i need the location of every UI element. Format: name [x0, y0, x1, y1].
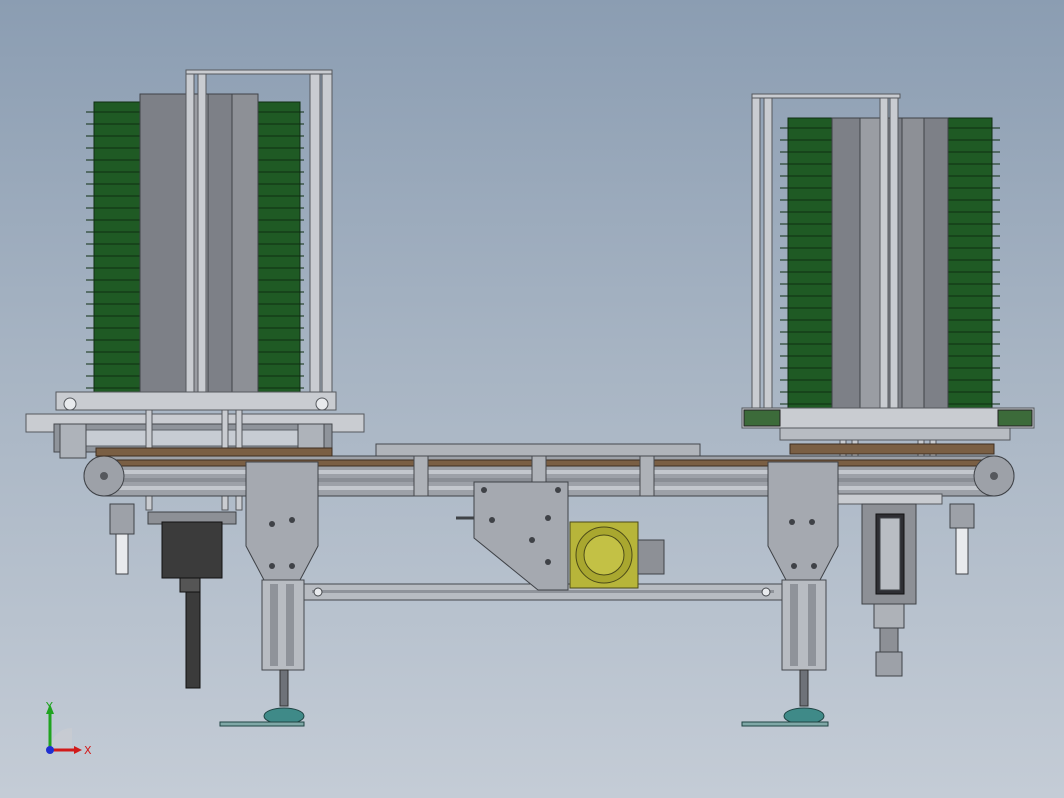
- right-tray-stack-right: [947, 117, 1000, 409]
- axis-triad: Y X: [45, 700, 92, 757]
- left-magazine: [25, 69, 365, 511]
- right-tray-stack-left: [780, 117, 833, 409]
- y-axis-label: Y: [45, 700, 53, 713]
- x-axis-label: X: [84, 744, 92, 757]
- gear-motor: [569, 521, 665, 589]
- right-base-profile: [741, 407, 1035, 429]
- right-cylinder: [949, 503, 975, 575]
- left-lift-motor: [147, 511, 237, 689]
- right-magazine: [741, 93, 1035, 497]
- left-tray-stack-right: [257, 101, 304, 393]
- left-leg: [219, 461, 319, 727]
- conveyor-assembly-drawing: [25, 69, 1035, 727]
- left-tray-stack-left: [86, 101, 141, 393]
- right-lift-unit: [837, 493, 943, 677]
- z-axis-marker: [46, 746, 54, 754]
- left-frame-upright-2: [309, 71, 321, 393]
- left-frame-upright-1: [185, 71, 195, 393]
- left-cylinder: [109, 503, 135, 575]
- center-drive-bracket: [456, 481, 569, 591]
- left-base-profile: [55, 391, 337, 411]
- cad-viewport[interactable]: Y X: [0, 0, 1064, 798]
